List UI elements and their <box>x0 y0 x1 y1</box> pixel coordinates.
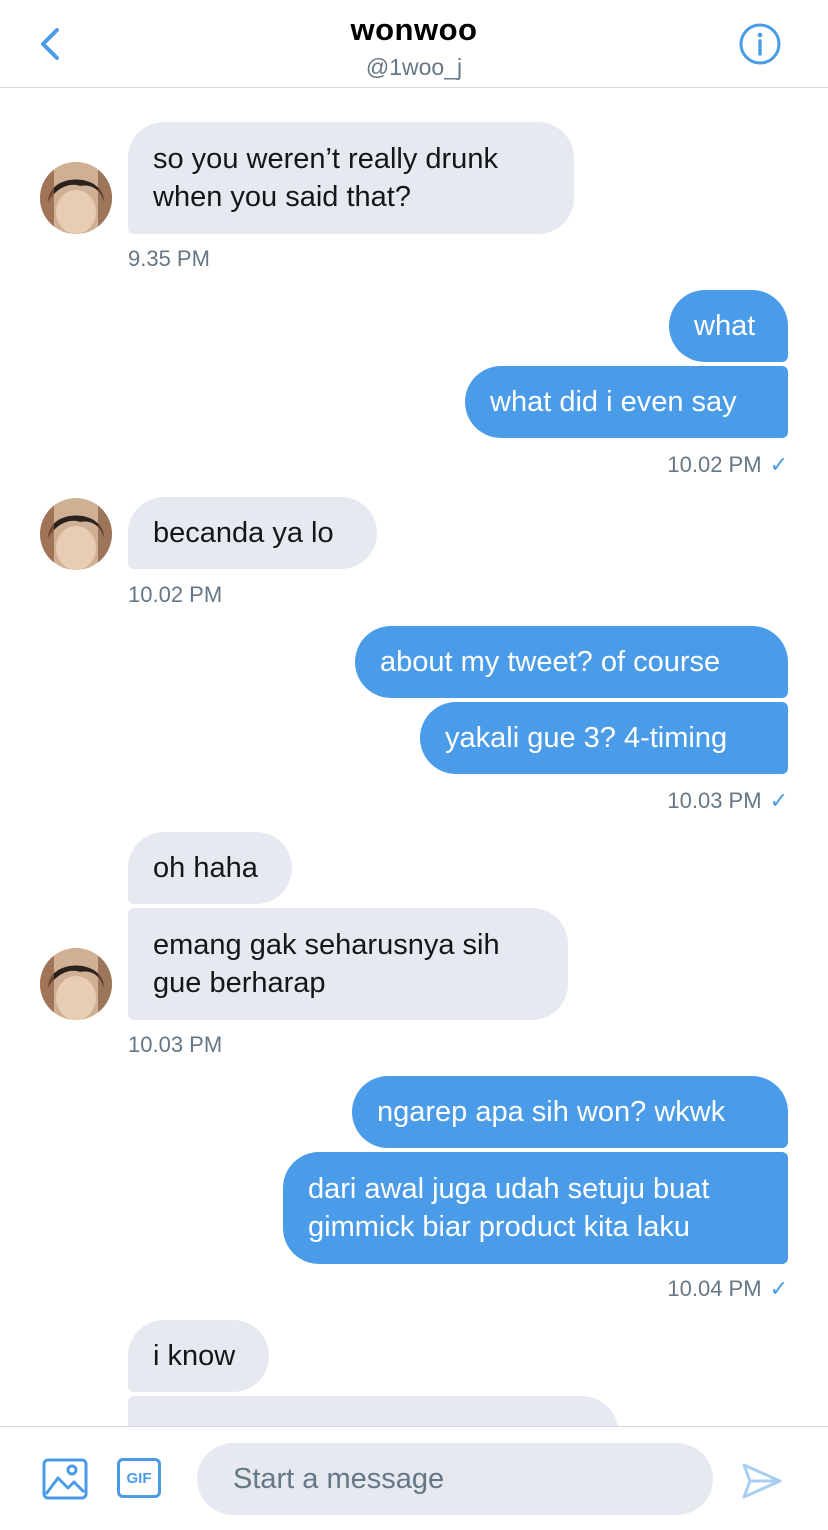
received-message[interactable]: i know <box>128 1320 269 1392</box>
received-message[interactable]: oh haha <box>128 832 292 904</box>
message-composer: GIF <box>0 1426 828 1530</box>
sent-message[interactable]: dari awal juga udah setuju buat gimmick … <box>283 1152 788 1264</box>
message-line: dari awal juga udah setuju buat <box>308 1173 710 1205</box>
message-timestamp: 10.03 PM <box>128 1032 223 1057</box>
received-message[interactable]: becanda ya lo <box>128 497 377 569</box>
read-check-icon: ✓ <box>769 1276 788 1301</box>
timestamp-text: 10.03 PM <box>667 788 762 813</box>
timestamp-text: 10.04 PM <box>667 1276 762 1301</box>
read-check-icon: ✓ <box>769 452 788 477</box>
avatar[interactable] <box>40 948 112 1020</box>
sent-message[interactable]: ngarep apa sih won? wkwk <box>352 1076 788 1148</box>
image-icon[interactable] <box>42 1456 88 1502</box>
message-line: gimmick biar product kita laku <box>308 1211 690 1243</box>
message-text: i know <box>153 1340 236 1372</box>
message-line: so you weren’t really drunk <box>153 143 498 175</box>
avatar[interactable] <box>40 162 112 234</box>
send-icon[interactable] <box>740 1459 784 1503</box>
received-message[interactable]: so you weren’t really drunk when you sai… <box>128 122 574 234</box>
message-input[interactable] <box>197 1443 713 1515</box>
conversation-header: wonwoo @1woo_j <box>0 0 828 88</box>
message-timestamp: 10.04 PM ✓ <box>560 1276 788 1302</box>
message-input-container[interactable] <box>197 1443 713 1515</box>
contact-name[interactable]: wonwoo <box>0 12 828 48</box>
sent-message[interactable]: about my tweet? of course <box>355 626 788 698</box>
message-text: ngarep apa sih won? wkwk <box>377 1096 726 1128</box>
message-text: becanda ya lo <box>153 517 334 549</box>
message-text: what did i even say <box>490 386 737 418</box>
received-message[interactable]: emang gak seharusnya sih gue berharap <box>128 908 568 1020</box>
message-timestamp: 10.03 PM ✓ <box>560 788 788 814</box>
timestamp-text: 10.02 PM <box>667 452 762 477</box>
info-icon[interactable] <box>738 22 782 66</box>
sent-message[interactable]: yakali gue 3? 4-timing <box>420 702 788 774</box>
avatar[interactable] <box>40 498 112 570</box>
message-text: about my tweet? of course <box>380 646 721 678</box>
message-text: what <box>694 310 756 342</box>
message-line: gue berharap <box>153 967 326 999</box>
sent-message[interactable]: what did i even say <box>465 366 788 438</box>
read-check-icon: ✓ <box>769 788 788 813</box>
message-timestamp: 10.02 PM <box>128 582 223 607</box>
gif-button[interactable]: GIF <box>117 1458 161 1498</box>
message-timestamp: 10.02 PM ✓ <box>560 452 788 478</box>
contact-handle: @1woo_j <box>365 54 463 80</box>
message-timestamp: 9.35 PM <box>128 246 210 271</box>
message-text: yakali gue 3? 4-timing <box>445 722 728 754</box>
message-line: when you said that? <box>153 181 411 213</box>
sent-message[interactable]: what <box>669 290 788 362</box>
message-text: oh haha <box>153 852 258 884</box>
message-line: emang gak seharusnya sih <box>153 929 500 961</box>
